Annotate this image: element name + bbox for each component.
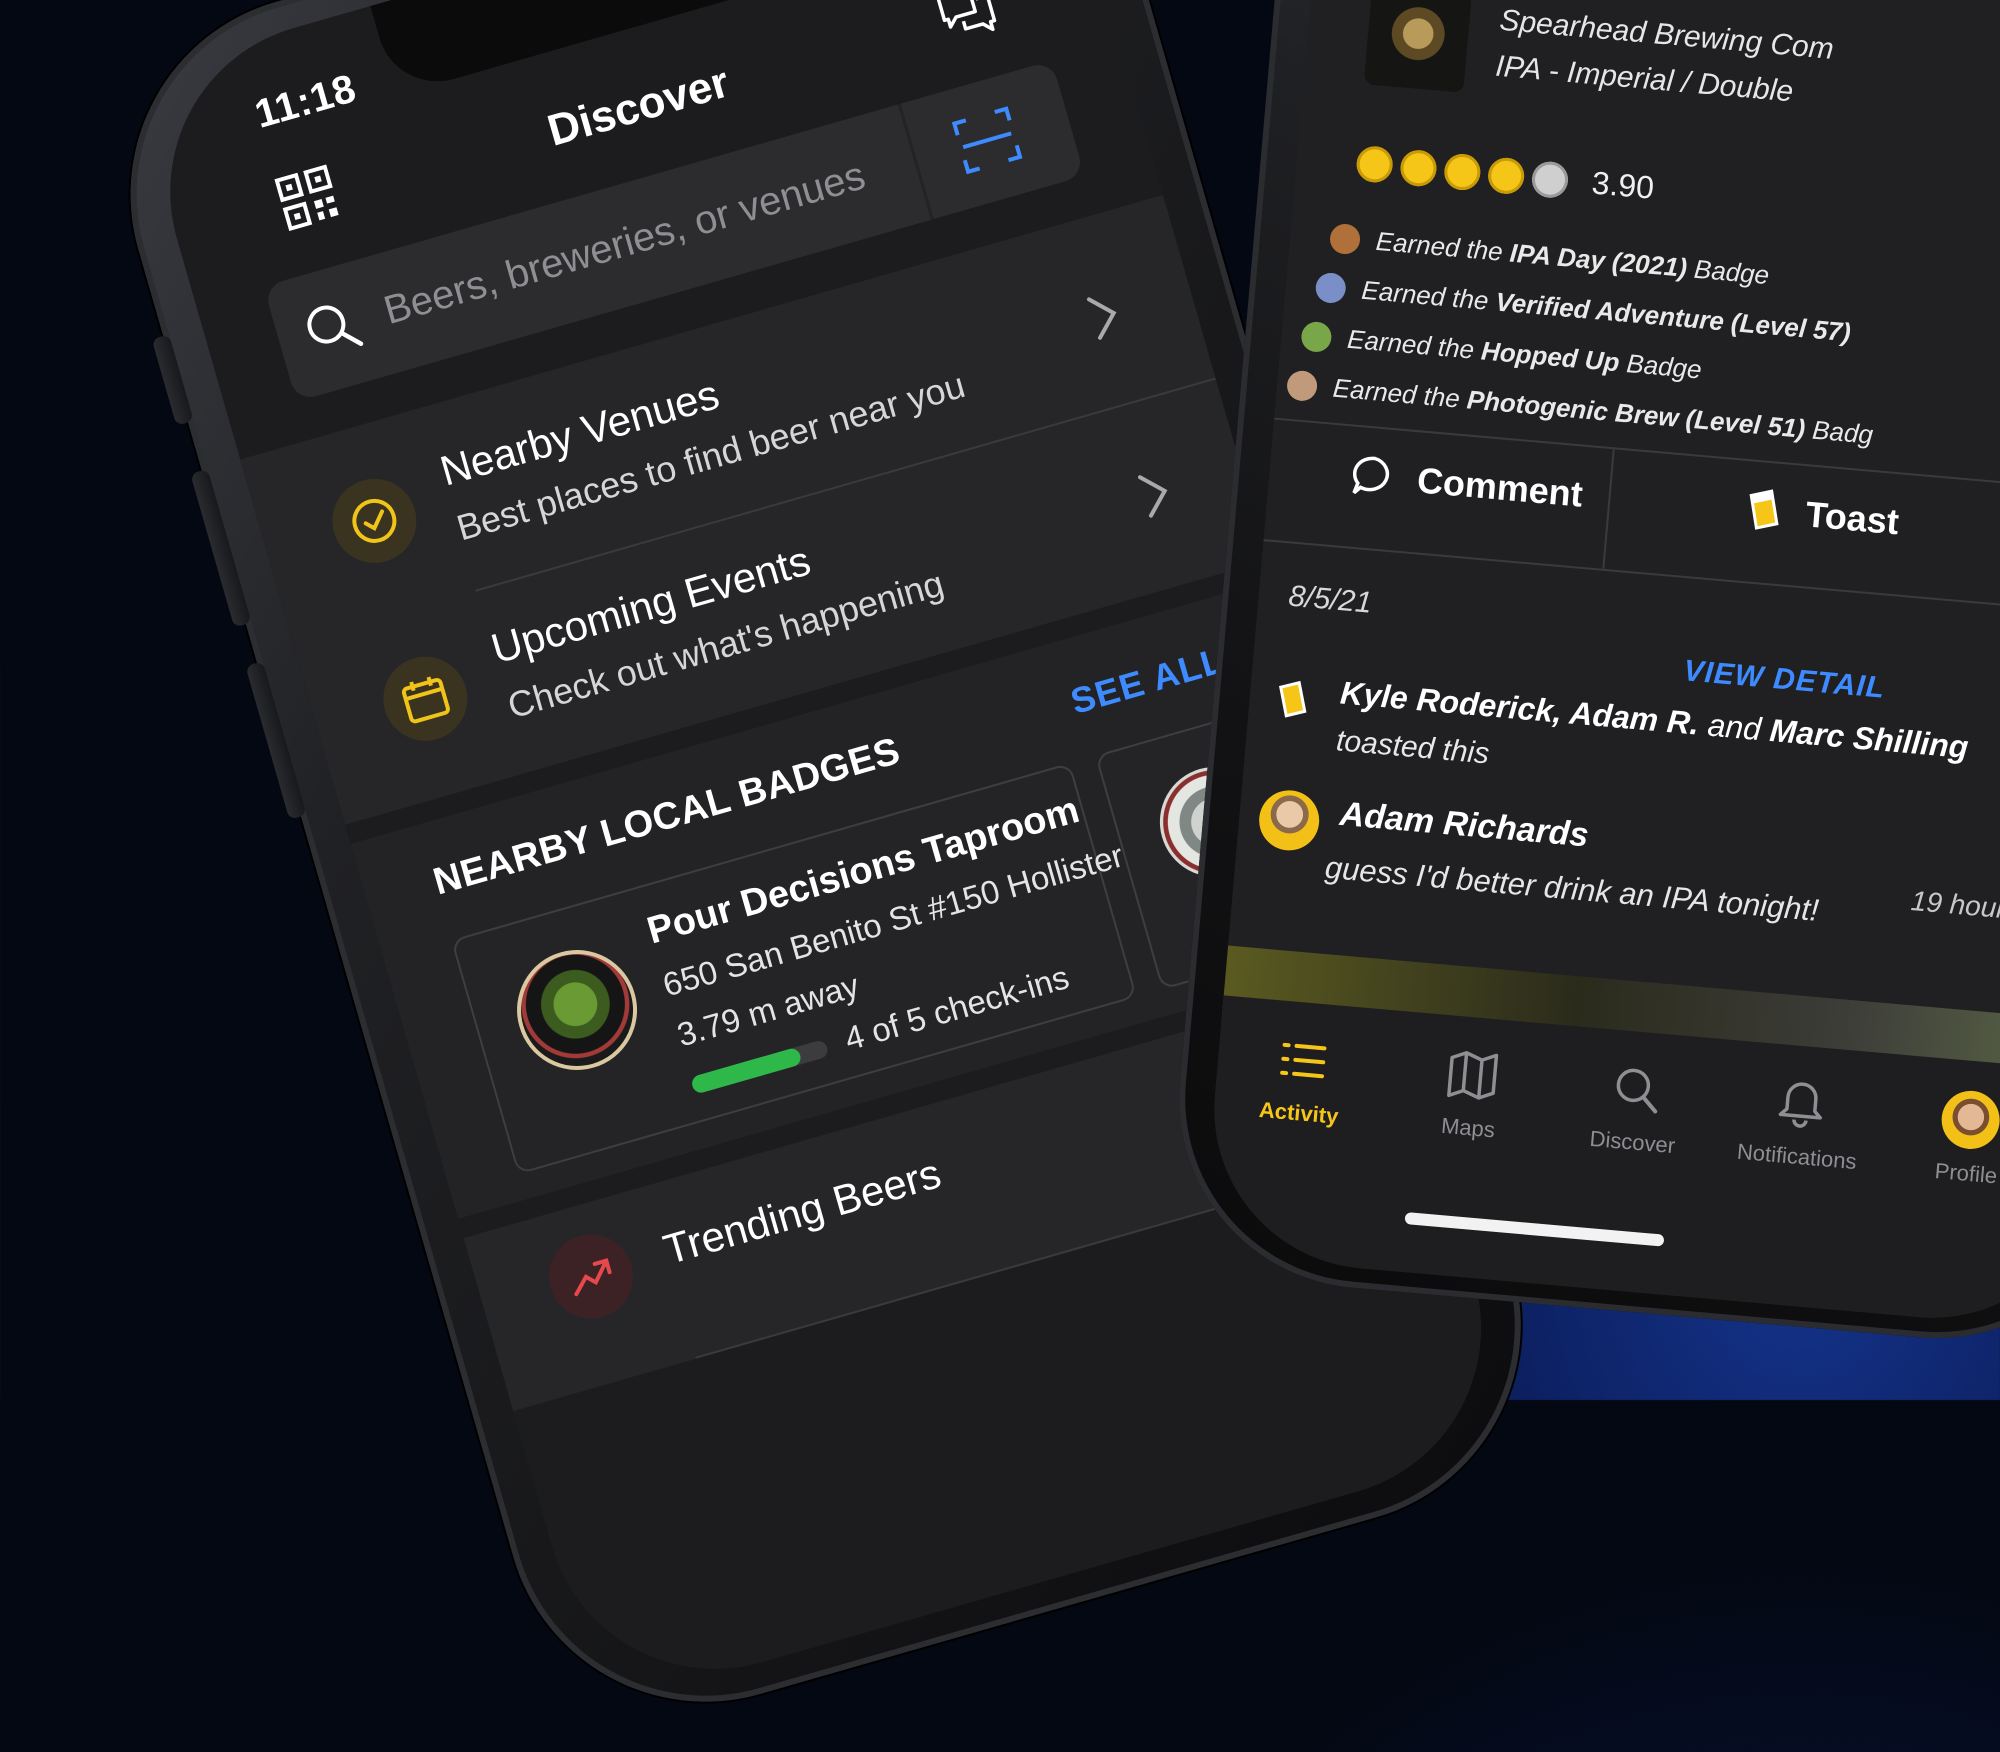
avatar (1939, 1089, 2000, 1152)
earned-prefix: Earned the (1375, 226, 1512, 268)
barcode-scan-icon[interactable] (949, 102, 1026, 179)
bottle-cap-icon (1355, 144, 1394, 183)
chevron-right-icon (1077, 283, 1131, 348)
badge-name: Hopped Up (1480, 335, 1621, 377)
tab-label: Discover (1557, 1123, 1709, 1162)
rating: 3.90 (1355, 144, 1655, 207)
earpiece (522, 0, 650, 1)
earned-prefix: Earned the (1360, 275, 1497, 317)
toaster-last: Marc Shilling (1768, 712, 1970, 765)
toasted-label: toasted this (1335, 724, 1491, 771)
checkin-screen: Spearhead Brewing Com IPA - Imperial / D… (1201, 0, 2000, 1331)
map-pin-check-icon (322, 469, 426, 573)
tab-label: Profile (1890, 1154, 2000, 1193)
toaster-conj: and (1697, 706, 1771, 748)
checkin-progress-bar (690, 1039, 830, 1095)
tab-label: Maps (1392, 1109, 1544, 1148)
rating-value: 3.90 (1590, 164, 1655, 206)
comment-label: Comment (1415, 459, 1584, 515)
bottle-cap-icon (1399, 148, 1438, 187)
earned-suffix: Badge (1686, 253, 1771, 290)
commenter-name[interactable]: Adam Richards (1338, 795, 1590, 856)
comment-button[interactable]: Comment (1347, 450, 1584, 518)
comment-timestamp: 19 hours ago (1910, 885, 2000, 931)
badge-name: Photogenic Brew (Level 51) (1466, 384, 1807, 443)
badge-icon (1300, 320, 1333, 353)
search-icon (1607, 1059, 1668, 1120)
tab-discover[interactable]: Discover (1557, 1055, 1715, 1162)
bottle-cap-icon (1531, 160, 1570, 199)
see-all-link[interactable]: SEE ALL (1066, 639, 1229, 723)
activity-list-icon (1273, 1030, 1334, 1091)
map-icon (1442, 1045, 1503, 1106)
tab-label: Activity (1223, 1094, 1375, 1133)
phone-checkin: Spearhead Brewing Com IPA - Imperial / D… (1201, 0, 2000, 1331)
status-time: 11:18 (250, 66, 361, 138)
badge-icon (1315, 271, 1348, 304)
checkin-date: 8/5/21 (1287, 580, 1373, 621)
marketing-scene: 11:18 (0, 0, 2000, 1400)
tab-activity[interactable]: Activity (1223, 1026, 1381, 1133)
toasted-by-row[interactable]: Kyle Roderick, Adam R. and Marc Shilling… (1273, 658, 2000, 729)
bottle-cap-icon (1487, 156, 1526, 195)
tab-notifications[interactable]: Notifications (1721, 1070, 1879, 1177)
venue-badge-image (503, 936, 651, 1084)
bell-icon (1771, 1074, 1832, 1135)
earned-prefix: Earned the (1332, 373, 1469, 415)
tab-maps[interactable]: Maps (1392, 1041, 1550, 1148)
list-item-title: Trending Beers (658, 1149, 946, 1274)
badge-icon (1329, 222, 1362, 255)
tab-profile[interactable]: Profile (1890, 1085, 2000, 1194)
toast-icon (1736, 484, 1788, 536)
view-details-link[interactable]: VIEW DETAIL (1682, 654, 1886, 705)
badge-name: Verified Adventure (Level 57) (1494, 286, 1852, 347)
comment-text: guess I'd better drink an IPA tonight! (1324, 850, 1821, 929)
chevron-right-icon (1128, 461, 1182, 526)
search-divider (898, 104, 934, 220)
earned-prefix: Earned the (1346, 324, 1483, 366)
avatar[interactable] (1257, 788, 1322, 853)
toast-icon (1268, 676, 1316, 724)
checkin-actions: Comment Toast (1263, 418, 2000, 618)
bottle-cap-icon (1443, 152, 1482, 191)
toast-label: Toast (1804, 493, 1901, 543)
tab-label: Notifications (1721, 1137, 1873, 1176)
earned-suffix: Badge (1618, 347, 1703, 384)
badge-name: IPA Day (2021) (1509, 238, 1689, 283)
comment-icon (1347, 450, 1399, 502)
checkin-progress-text: 4 of 5 check-ins (841, 958, 1074, 1058)
action-divider (1602, 449, 1614, 569)
beer-label-image (1364, 0, 1472, 93)
earned-suffix: Badg (1804, 414, 1874, 450)
trending-up-icon (539, 1225, 643, 1329)
checkin-progress-fill (690, 1047, 803, 1095)
badge-icon (1286, 369, 1319, 402)
toast-button[interactable]: Toast (1736, 484, 1901, 546)
search-icon (297, 292, 369, 364)
calendar-icon (373, 647, 477, 751)
